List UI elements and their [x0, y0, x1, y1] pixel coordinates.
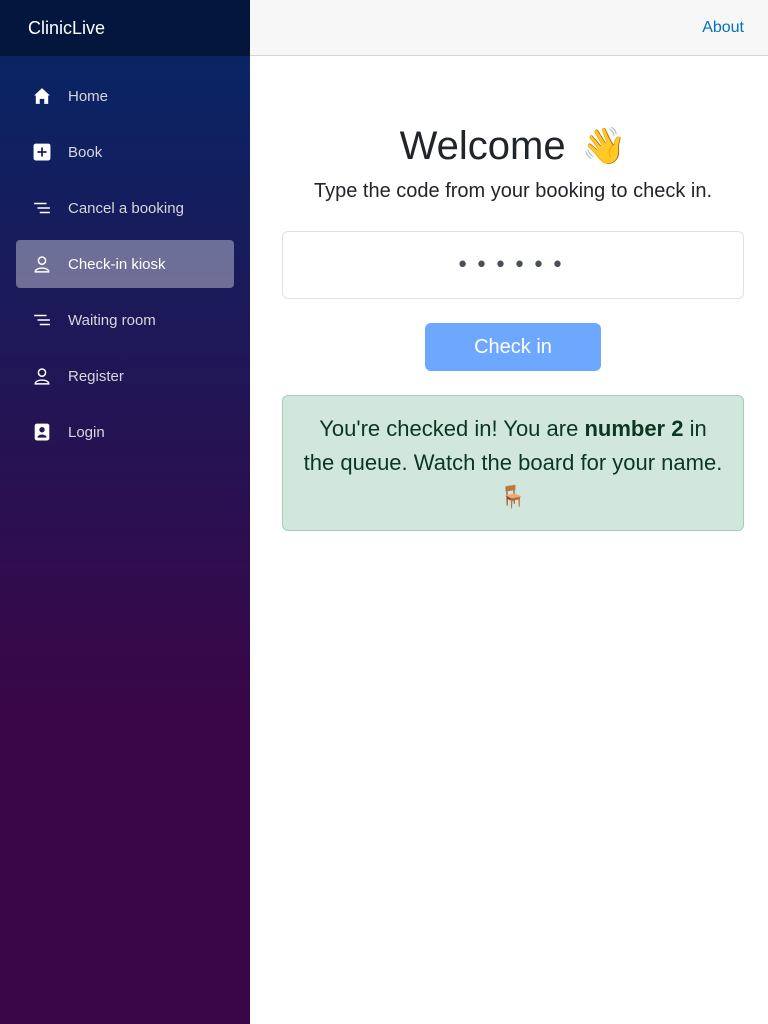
- sidebar-item-waiting-room[interactable]: Waiting room: [16, 296, 234, 344]
- sidebar-item-register[interactable]: Register: [16, 352, 234, 400]
- alert-text-prefix: You're checked in! You are: [319, 416, 585, 441]
- check-in-button[interactable]: Check in: [425, 323, 601, 371]
- id-badge-icon: [32, 422, 52, 442]
- sidebar-item-label: Book: [68, 143, 103, 161]
- list-icon: [32, 310, 52, 330]
- main-content: Welcome 👋 Type the code from your bookin…: [250, 56, 768, 531]
- sidebar-item-home[interactable]: Home: [16, 72, 234, 120]
- page-title: Welcome 👋: [282, 122, 744, 170]
- person-icon: [32, 366, 52, 386]
- sidebar-item-label: Waiting room: [68, 311, 156, 329]
- waving-hand-icon: 👋: [581, 125, 627, 166]
- page-title-text: Welcome: [399, 124, 566, 168]
- sidebar-item-checkin-kiosk[interactable]: Check-in kiosk: [16, 240, 234, 288]
- sidebar-item-book[interactable]: Book: [16, 128, 234, 176]
- person-icon: [32, 254, 52, 274]
- list-icon: [32, 198, 52, 218]
- brand-bar: ClinicLive: [0, 0, 250, 56]
- brand-link[interactable]: ClinicLive: [28, 18, 105, 39]
- success-alert: You're checked in! You are number 2 in t…: [282, 395, 744, 531]
- chair-icon: 🪑: [499, 484, 527, 509]
- top-bar: About: [250, 0, 768, 56]
- sidebar-nav: Home Book Cancel a booking Check-in kios…: [0, 56, 250, 456]
- queue-number: number 2: [584, 416, 684, 441]
- page-subtitle: Type the code from your booking to check…: [314, 180, 712, 202]
- home-icon: [32, 86, 52, 106]
- sidebar-item-cancel-booking[interactable]: Cancel a booking: [16, 184, 234, 232]
- button-row: Check in: [282, 323, 744, 371]
- booking-code-input[interactable]: [282, 231, 744, 299]
- sidebar-item-label: Check-in kiosk: [68, 255, 166, 273]
- sidebar-item-login[interactable]: Login: [16, 408, 234, 456]
- sidebar-item-label: Login: [68, 423, 105, 441]
- sidebar-item-label: Cancel a booking: [68, 199, 184, 217]
- sidebar-item-label: Home: [68, 87, 109, 105]
- plus-square-icon: [32, 142, 52, 162]
- sidebar-item-label: Register: [68, 367, 124, 385]
- sidebar: ClinicLive Home Book Cancel a booking Ch…: [0, 0, 250, 1024]
- about-link[interactable]: About: [702, 19, 744, 37]
